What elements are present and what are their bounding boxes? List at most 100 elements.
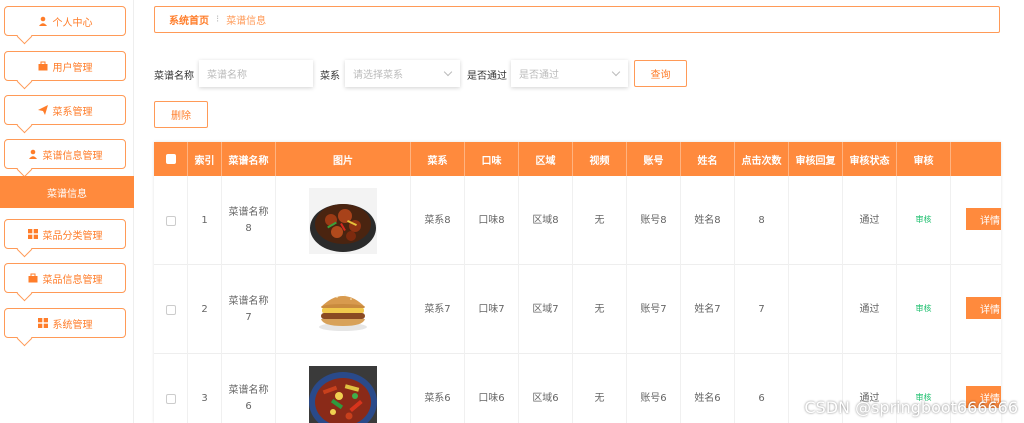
recipe-name-label: 菜谱名称	[154, 71, 194, 82]
cuisine-select[interactable]: 请选择菜系	[345, 60, 460, 87]
recipe-name-placeholder: 菜谱名称	[207, 70, 247, 81]
cell-cuisine: 菜系6	[411, 354, 465, 423]
header-region[interactable]: 区域	[519, 142, 573, 176]
approved-select[interactable]: 是否通过	[511, 60, 628, 87]
cell-video: 无	[573, 265, 627, 354]
audit-link[interactable]: 审核	[916, 214, 932, 226]
header-recipe-name[interactable]: 菜谱名称	[222, 142, 276, 176]
csdn-watermark: CSDN @springboot666666	[804, 398, 1018, 417]
header-audit[interactable]: 审核	[897, 142, 951, 176]
table-row: 1 菜谱名称8 菜系8 口味8 区域8 无 账号8 姓名8 8 通过 审核 详情	[154, 176, 1001, 265]
cell-audit-status: 通过	[843, 176, 897, 265]
sidebar: 个人中心 用户管理 菜系管理 菜谱信息管理 菜谱信息 菜品分类管理 菜品信息管理	[0, 0, 134, 423]
cell-audit-reply	[789, 265, 843, 354]
recipe-name-input[interactable]: 菜谱名称	[199, 60, 313, 87]
cell-taste: 口味6	[465, 354, 519, 423]
select-all-cell	[154, 142, 188, 176]
cell-recipe-name: 菜谱名称8	[222, 176, 276, 265]
detail-button[interactable]: 详情	[966, 297, 1001, 319]
menu-item-recipe-info-management[interactable]: 菜谱信息管理	[4, 139, 126, 169]
cell-account: 账号8	[627, 176, 681, 265]
menu-item-label: 用户管理	[52, 62, 93, 74]
header-video[interactable]: 视频	[573, 142, 627, 176]
detail-button[interactable]: 详情	[966, 208, 1001, 230]
stir-fry-dish-image	[309, 365, 377, 423]
user-icon	[28, 149, 38, 159]
header-taste[interactable]: 口味	[465, 142, 519, 176]
cell-video: 无	[573, 176, 627, 265]
cell-audit-reply	[789, 176, 843, 265]
chevron-down-icon	[611, 67, 621, 77]
header-index[interactable]: 索引	[188, 142, 222, 176]
row-checkbox[interactable]	[165, 215, 176, 226]
breadcrumb: 系统首页 ⁝ 菜谱信息	[154, 6, 1000, 33]
row-select-cell	[154, 265, 188, 354]
cell-audit: 审核	[897, 265, 951, 354]
menu-item-system-management[interactable]: 系统管理	[4, 308, 126, 338]
chevron-down-icon	[443, 67, 453, 77]
header-person-name[interactable]: 姓名	[681, 142, 735, 176]
cell-click-count: 8	[735, 176, 789, 265]
query-button[interactable]: 查询	[634, 60, 687, 87]
header-click-count[interactable]: 点击次数	[735, 142, 789, 176]
approved-label: 是否通过	[467, 71, 507, 82]
row-select-cell	[154, 176, 188, 265]
menu-item-label: 系统管理	[52, 319, 93, 331]
audit-link[interactable]: 审核	[916, 303, 932, 315]
table-header: 索引 菜谱名称 图片 菜系 口味 区域 视频 账号 姓名 点击次数 审核回复 审…	[154, 142, 1001, 176]
grid-icon	[37, 318, 48, 328]
cell-audit: 审核	[897, 176, 951, 265]
header-actions	[951, 142, 1001, 176]
briefcase-icon	[38, 61, 48, 71]
cell-video: 无	[573, 354, 627, 423]
cell-person-name: 姓名8	[681, 176, 735, 265]
menu-item-user-management[interactable]: 用户管理	[4, 51, 126, 81]
select-all-checkbox[interactable]	[165, 154, 176, 164]
header-account[interactable]: 账号	[627, 142, 681, 176]
delete-button[interactable]: 删除	[154, 101, 208, 128]
menu-item-label: 菜系管理	[52, 106, 93, 118]
menu-item-dish-info-management[interactable]: 菜品信息管理	[4, 263, 126, 293]
cell-cuisine: 菜系7	[411, 265, 465, 354]
row-checkbox[interactable]	[165, 393, 176, 404]
cell-click-count: 7	[735, 265, 789, 354]
header-image[interactable]: 图片	[276, 142, 411, 176]
cell-image	[276, 176, 411, 265]
header-audit-status[interactable]: 审核状态	[843, 142, 897, 176]
menu-item-recipe-info-active[interactable]: 菜谱信息	[0, 176, 134, 208]
cell-index: 3	[188, 354, 222, 423]
menu-item-label: 菜谱信息管理	[42, 150, 103, 162]
menu-item-label: 菜品信息管理	[42, 274, 103, 286]
recipe-table: 索引 菜谱名称 图片 菜系 口味 区域 视频 账号 姓名 点击次数 审核回复 审…	[154, 142, 1001, 423]
cell-index: 2	[188, 265, 222, 354]
cell-click-count: 6	[735, 354, 789, 423]
row-checkbox[interactable]	[165, 304, 176, 315]
cell-account: 账号6	[627, 354, 681, 423]
grid-icon	[27, 229, 38, 239]
cell-image	[276, 354, 411, 423]
breadcrumb-separator: ⁝	[216, 14, 220, 25]
menu-item-label: 菜谱信息	[47, 188, 87, 200]
row-select-cell	[154, 354, 188, 423]
cuisine-select-placeholder: 请选择菜系	[353, 70, 403, 81]
menu-item-personal-center[interactable]: 个人中心	[4, 6, 126, 36]
cell-recipe-name: 菜谱名称7	[222, 265, 276, 354]
menu-item-label: 个人中心	[52, 17, 93, 29]
header-audit-reply[interactable]: 审核回复	[789, 142, 843, 176]
cell-audit-status: 通过	[843, 265, 897, 354]
cuisine-label: 菜系	[320, 71, 340, 82]
cell-recipe-name: 菜谱名称6	[222, 354, 276, 423]
menu-item-cuisine-management[interactable]: 菜系管理	[4, 95, 126, 125]
cell-cuisine: 菜系8	[411, 176, 465, 265]
header-cuisine[interactable]: 菜系	[411, 142, 465, 176]
breadcrumb-home-link[interactable]: 系统首页	[169, 12, 209, 27]
cell-person-name: 姓名6	[681, 354, 735, 423]
user-icon	[38, 16, 48, 26]
cell-taste: 口味7	[465, 265, 519, 354]
burger-dish-image	[309, 276, 377, 343]
cell-region: 区域8	[519, 176, 573, 265]
send-icon	[37, 105, 48, 115]
cell-image	[276, 265, 411, 354]
menu-item-dish-category-management[interactable]: 菜品分类管理	[4, 219, 126, 249]
cell-account: 账号7	[627, 265, 681, 354]
